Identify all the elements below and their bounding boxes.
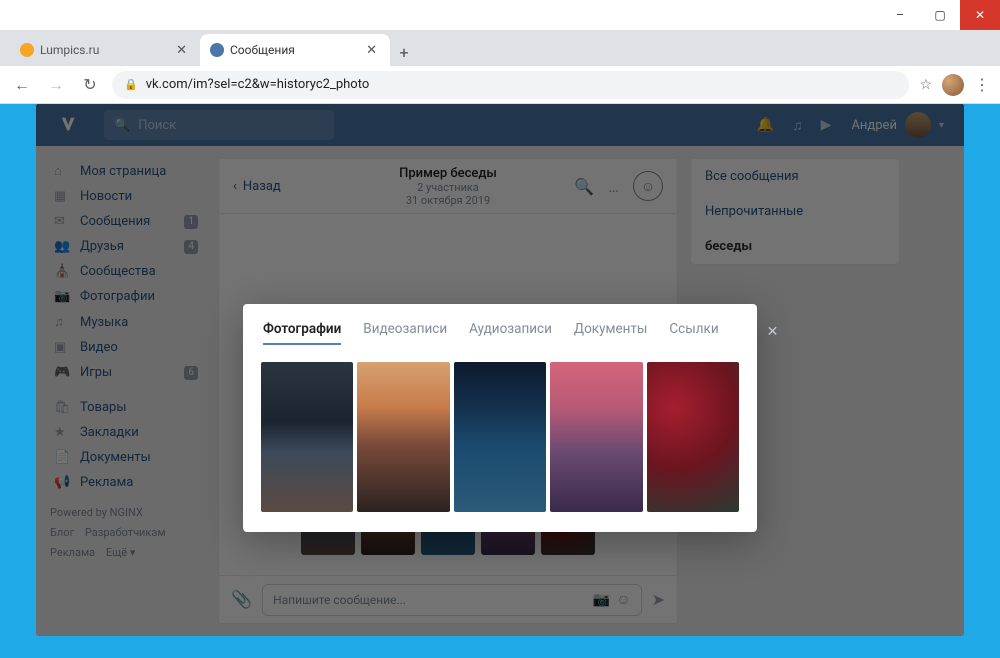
browser-tab-lumpics[interactable]: Lumpics.ru ✕ xyxy=(10,34,200,66)
window-close-button[interactable]: ✕ xyxy=(960,0,1000,30)
address-bar[interactable]: 🔒 vk.com/im?sel=c2&w=historyc2_photo xyxy=(112,71,909,99)
window-titlebar: – ▢ ✕ xyxy=(0,0,1000,30)
profile-avatar-button[interactable] xyxy=(942,74,964,96)
lock-icon: 🔒 xyxy=(124,78,138,91)
tab-title: Сообщения xyxy=(230,43,357,57)
browser-menu-button[interactable]: ⋮ xyxy=(974,75,990,94)
close-tab-icon[interactable]: ✕ xyxy=(363,43,380,58)
page-viewport: 🔍 Поиск 🔔 ♫ ▶ Андрей ▾ ⌂Моя страница ▦Но… xyxy=(36,104,964,636)
browser-tab-vk[interactable]: Сообщения ✕ xyxy=(200,34,390,66)
photo-thumbnail[interactable] xyxy=(454,362,546,512)
tab-title: Lumpics.ru xyxy=(40,43,167,57)
photo-thumbnail[interactable] xyxy=(550,362,642,512)
favicon-icon xyxy=(20,43,34,57)
browser-toolbar: ← → ↻ 🔒 vk.com/im?sel=c2&w=historyc2_pho… xyxy=(0,66,1000,104)
photo-thumbnail[interactable] xyxy=(647,362,739,512)
window-minimize-button[interactable]: – xyxy=(880,0,920,30)
modal-photo-grid xyxy=(243,354,757,532)
modal-tab-links[interactable]: Ссылки xyxy=(669,321,718,343)
favicon-icon xyxy=(210,43,224,57)
modal-tab-audio[interactable]: Аудиозаписи xyxy=(469,321,552,343)
attachments-modal: Фотографии Видеозаписи Аудиозаписи Докум… xyxy=(243,304,757,532)
window-maximize-button[interactable]: ▢ xyxy=(920,0,960,30)
modal-close-button[interactable]: ✕ xyxy=(763,320,783,344)
new-tab-button[interactable]: + xyxy=(390,38,418,66)
modal-tab-photos[interactable]: Фотографии xyxy=(263,321,341,345)
nav-forward-button[interactable]: → xyxy=(44,75,68,95)
modal-tabs: Фотографии Видеозаписи Аудиозаписи Докум… xyxy=(243,304,757,354)
photo-thumbnail[interactable] xyxy=(261,362,353,512)
photo-thumbnail[interactable] xyxy=(357,362,449,512)
close-tab-icon[interactable]: ✕ xyxy=(173,43,190,58)
nav-back-button[interactable]: ← xyxy=(10,75,34,95)
modal-tab-videos[interactable]: Видеозаписи xyxy=(363,321,447,343)
url-text: vk.com/im?sel=c2&w=historyc2_photo xyxy=(146,77,370,92)
bookmark-star-icon[interactable]: ☆ xyxy=(919,77,932,93)
nav-reload-button[interactable]: ↻ xyxy=(78,75,102,94)
modal-tab-docs[interactable]: Документы xyxy=(574,321,647,343)
browser-tabstrip: Lumpics.ru ✕ Сообщения ✕ + xyxy=(0,30,1000,66)
